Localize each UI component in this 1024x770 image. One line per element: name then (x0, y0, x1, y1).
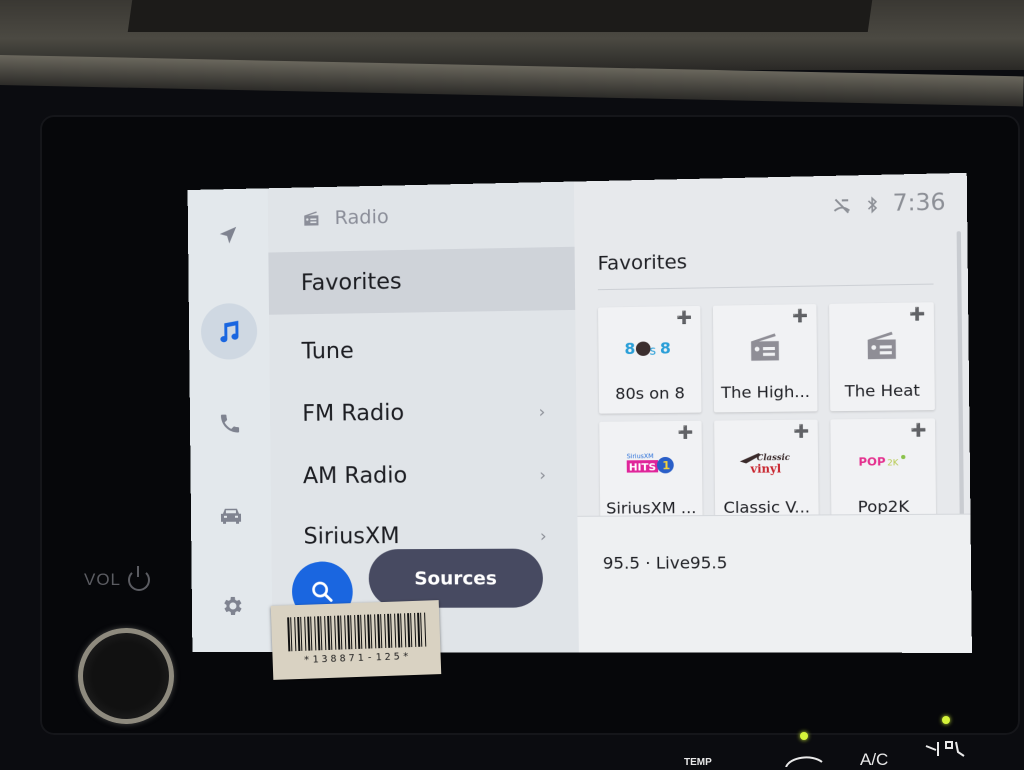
favorites-content: 7:36 Favorites ➕ 8s8 80s on 8 ➕ The High… (573, 172, 972, 653)
infotainment-screen: Radio Favorites Tune FM Radio › AM Radio… (187, 172, 972, 653)
svg-text:1: 1 (662, 459, 670, 472)
rail-item-media[interactable] (200, 302, 258, 360)
airflow-mode-icon[interactable] (924, 738, 966, 760)
panel-header: Radio (268, 182, 575, 251)
favorites-grid: ➕ 8s8 80s on 8 ➕ The High... ➕ The Heat (598, 302, 949, 528)
svg-text:8: 8 (624, 340, 635, 359)
chevron-right-icon: › (539, 525, 547, 546)
station-logo-80s-on-8: 8s8 (598, 328, 701, 368)
tile-name: The High... (721, 382, 811, 403)
favorite-tile[interactable]: ➕ Classic vinyl Classic V... (714, 419, 819, 528)
gear-icon (224, 596, 242, 615)
sources-button[interactable]: Sources (368, 548, 544, 608)
svg-text:Classic: Classic (757, 452, 791, 463)
climate-controls: TEMP A/C (660, 710, 1000, 770)
list-item-label: Favorites (300, 268, 402, 296)
dashboard-vent (127, 0, 873, 32)
svg-text:8: 8 (660, 339, 671, 358)
list-item-label: Tune (301, 338, 354, 365)
favorite-tile[interactable]: ➕ 8s8 80s on 8 (598, 305, 702, 414)
svg-text:HITS: HITS (629, 462, 656, 473)
scrollbar[interactable] (956, 231, 965, 522)
app-rail (187, 188, 274, 653)
radio-icon (713, 327, 817, 368)
divider (597, 283, 934, 291)
svg-text:2K: 2K (887, 458, 899, 467)
reorder-icon[interactable]: ➕ (676, 310, 692, 325)
list-item-am-radio[interactable]: AM Radio › (270, 442, 577, 507)
indicator-led (800, 732, 808, 740)
svg-text:SiriusXM: SiriusXM (627, 453, 654, 460)
barcode-sticker: *138871-125* (270, 600, 442, 680)
station-logo-classic-vinyl: Classic vinyl (714, 442, 818, 482)
list-item-tune[interactable]: Tune (269, 316, 576, 383)
svg-text:vinyl: vinyl (749, 462, 781, 476)
radio-icon (829, 325, 934, 366)
now-playing-bar[interactable]: 95.5 · Live95.5 (577, 513, 972, 653)
favorite-tile[interactable]: ➕ SiriusXM HITS 1 SiriusXM ... (599, 420, 703, 528)
search-icon (309, 579, 336, 605)
favorite-tile[interactable]: ➕ The Heat (829, 302, 935, 412)
power-icon[interactable] (128, 566, 150, 591)
svg-text:s: s (649, 343, 656, 357)
list-item-label: SiriusXM (303, 523, 400, 550)
car-icon (220, 508, 242, 524)
list-item-label: FM Radio (302, 400, 405, 427)
volume-knob[interactable] (78, 628, 174, 724)
music-note-icon (220, 319, 238, 342)
rail-item-vehicle[interactable] (203, 488, 260, 544)
navigation-arrow-icon (219, 226, 236, 244)
favorite-tile[interactable]: ➕ The High... (712, 304, 818, 413)
chevron-right-icon: › (539, 464, 547, 484)
reorder-icon[interactable]: ➕ (909, 306, 925, 321)
rail-item-phone[interactable] (202, 395, 259, 452)
rail-item-navigation[interactable] (200, 207, 257, 264)
reorder-icon[interactable]: ➕ (910, 423, 926, 438)
list-item-favorites[interactable]: Favorites (268, 246, 576, 315)
list-item-fm-radio[interactable]: FM Radio › (270, 379, 577, 445)
mic-muted-icon (831, 196, 852, 215)
list-item-label: AM Radio (302, 462, 408, 489)
barcode-bars (287, 612, 427, 652)
ac-button[interactable]: A/C (860, 750, 888, 770)
vol-label: VOL (84, 570, 122, 589)
content-title: Favorites (597, 250, 688, 275)
indicator-led (942, 716, 950, 724)
chevron-right-icon: › (538, 401, 546, 421)
clock: 7:36 (892, 189, 946, 217)
tile-name: The Heat (844, 381, 921, 401)
station-logo-siriusxm-hits-1: SiriusXM HITS 1 (599, 443, 702, 483)
now-playing-text: 95.5 · Live95.5 (602, 552, 728, 573)
reorder-icon[interactable]: ➕ (792, 308, 808, 323)
reorder-icon[interactable]: ➕ (678, 425, 694, 439)
recirculation-icon[interactable] (782, 752, 826, 767)
svg-text:POP: POP (858, 455, 885, 469)
barcode-number: *138871-125* (303, 651, 412, 666)
panel-title: Radio (334, 205, 389, 230)
station-logo-pop2k: POP 2K (831, 441, 936, 481)
tile-name: 80s on 8 (615, 384, 686, 404)
phone-icon (220, 414, 240, 433)
rail-item-settings[interactable] (204, 578, 261, 634)
favorite-tile[interactable]: ➕ POP 2K Pop2K (830, 418, 937, 527)
radio-list-panel: Radio Favorites Tune FM Radio › AM Radio… (267, 181, 579, 653)
radio-icon (304, 211, 319, 226)
reorder-icon[interactable]: ➕ (793, 424, 809, 439)
bluetooth-icon (867, 195, 878, 214)
temp-label: TEMP (684, 757, 712, 768)
status-bar: 7:36 (831, 190, 946, 218)
